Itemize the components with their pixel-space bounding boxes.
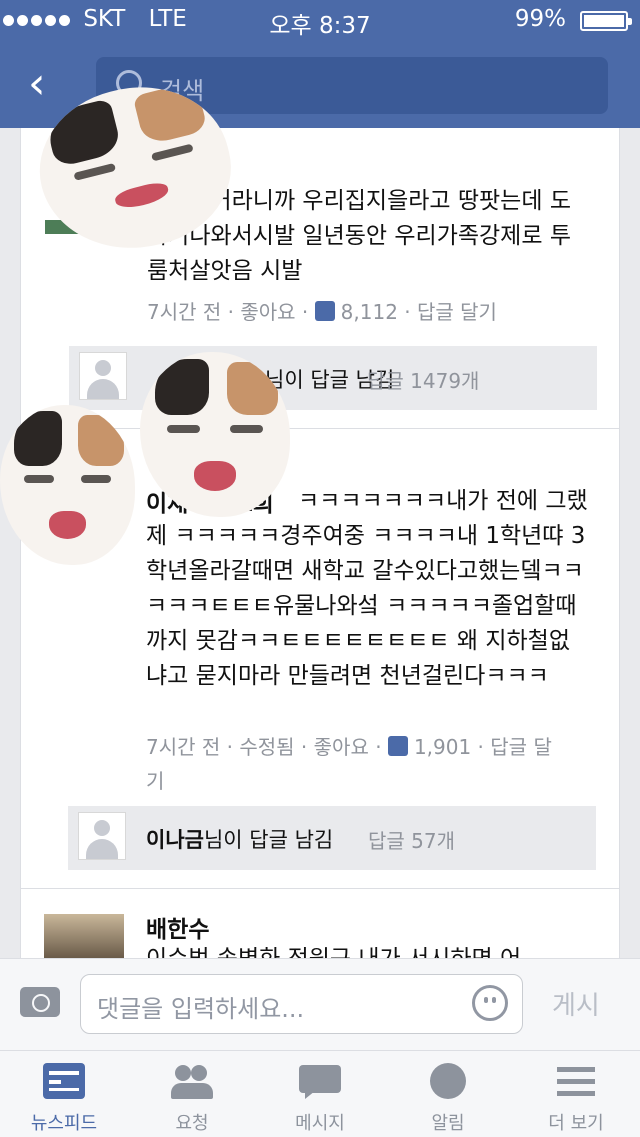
tab-news-feed[interactable]: 뉴스피드 [0, 1051, 128, 1137]
globe-icon [427, 1063, 469, 1099]
reply-summary[interactable]: 이나금님이 답글 남김 답글 57개 [68, 806, 596, 870]
comment-placeholder: 댓글을 입력하세요... [97, 995, 305, 1023]
back-button[interactable]: ‹ [28, 62, 46, 106]
reply-button[interactable]: 답글 달기 [417, 300, 497, 324]
comment-meta: 7시간 전 · 수정됨 · 좋아요 · 1,901 · 답글 달기 [146, 735, 552, 793]
tab-notifications[interactable]: 알림 [384, 1051, 512, 1137]
reply-count[interactable]: 답글 1479개 [367, 365, 479, 394]
menu-icon [555, 1063, 597, 1099]
comment-text: 이수범 송병화 정원구 내가 서시하면 어 [146, 942, 586, 958]
messages-icon [299, 1063, 341, 1099]
news-feed-icon [43, 1063, 85, 1099]
tab-label: 요청 [175, 1113, 209, 1134]
battery-icon [580, 11, 632, 31]
reply-summary-text: 이나금님이 답글 남김 [146, 828, 334, 852]
reply-count[interactable]: 답글 57개 [368, 825, 455, 854]
like-count: 1,901 [413, 735, 472, 759]
friend-requests-icon [171, 1063, 213, 1099]
tab-label: 알림 [431, 1113, 465, 1134]
post-button[interactable]: 게시 [552, 985, 600, 1022]
comment-input[interactable]: 댓글을 입력하세요... [80, 974, 523, 1034]
comment-time: 7시간 전 [147, 300, 222, 324]
like-count: 8,112 [340, 300, 398, 324]
commenter-name[interactable]: 배한수 [146, 910, 209, 944]
tab-bar: 뉴스피드 요청 메시지 알림 더 보기 [0, 1050, 640, 1137]
tab-label: 더 보기 [548, 1113, 604, 1134]
like-button[interactable]: 좋아요 [314, 735, 369, 759]
tab-requests[interactable]: 요청 [128, 1051, 256, 1137]
camera-icon[interactable] [20, 987, 60, 1017]
status-bar: SKT LTE 오후 8:37 99% [0, 0, 640, 42]
tab-label: 뉴스피드 [30, 1113, 98, 1134]
edited-label: 수정됨 [239, 735, 295, 759]
like-thumb-icon [387, 736, 408, 756]
tab-more[interactable]: 더 보기 [512, 1051, 640, 1137]
default-avatar-icon [78, 812, 126, 860]
clock: 오후 8:37 [269, 13, 371, 39]
comment-time: 7시간 전 [146, 735, 221, 759]
battery-percent: 99% [514, 6, 566, 32]
smiley-icon[interactable] [472, 985, 508, 1021]
tab-label: 메시지 [295, 1113, 345, 1134]
avatar [44, 914, 124, 958]
comment-meta: 7시간 전 · 좋아요 · 8,112 · 답글 달기 [147, 300, 497, 324]
tab-messages[interactable]: 메시지 [256, 1051, 384, 1137]
default-avatar-icon [79, 352, 127, 400]
like-button[interactable]: 좋아요 [240, 300, 295, 324]
divider [20, 888, 620, 889]
like-thumb-icon [314, 301, 335, 321]
